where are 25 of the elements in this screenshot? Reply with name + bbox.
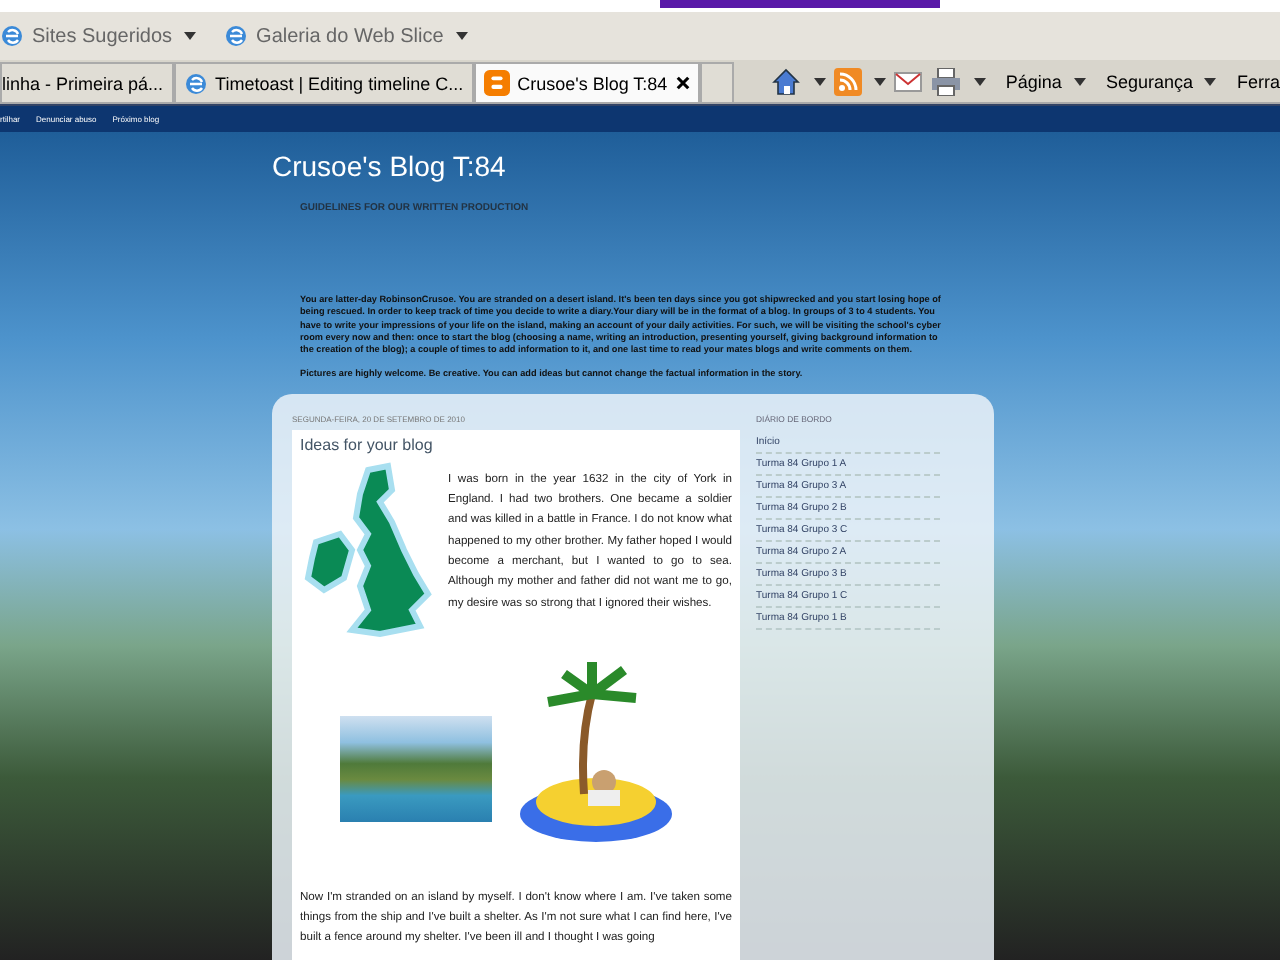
browser-icon [224, 24, 249, 48]
caret-icon [1204, 77, 1217, 85]
print-icon[interactable] [929, 67, 962, 95]
command-menu[interactable]: Página [1005, 71, 1062, 91]
favorites-link[interactable]: Galeria do Web Slice [224, 24, 468, 48]
command-menu[interactable]: Ferra [1236, 71, 1280, 91]
blogger-icon [483, 70, 510, 96]
post-title[interactable]: Ideas for your blog [300, 435, 732, 454]
home-icon[interactable] [769, 65, 802, 97]
caret-icon [455, 32, 468, 40]
blog-title[interactable]: Crusoe's Blog T:84 [272, 150, 952, 182]
browser-tab[interactable]: Timetoast | Editing timeline C... [173, 62, 474, 102]
caret-icon[interactable] [813, 77, 826, 85]
command-menu[interactable]: Segurança [1105, 71, 1193, 91]
browser-tab[interactable]: Crusoe's Blog T:84 [473, 62, 700, 102]
browser-icon [0, 24, 24, 48]
favorites-link[interactable]: Sites Sugeridos [0, 24, 197, 48]
mail-icon[interactable] [893, 71, 922, 91]
browser-tab[interactable]: linha - Primeira pá... [0, 62, 174, 102]
caret-icon [184, 32, 197, 40]
browser-icon [183, 71, 208, 95]
caret-icon [1073, 77, 1086, 85]
close-icon[interactable] [675, 76, 690, 90]
caret-icon[interactable] [973, 77, 986, 85]
caret-icon[interactable] [873, 77, 886, 85]
